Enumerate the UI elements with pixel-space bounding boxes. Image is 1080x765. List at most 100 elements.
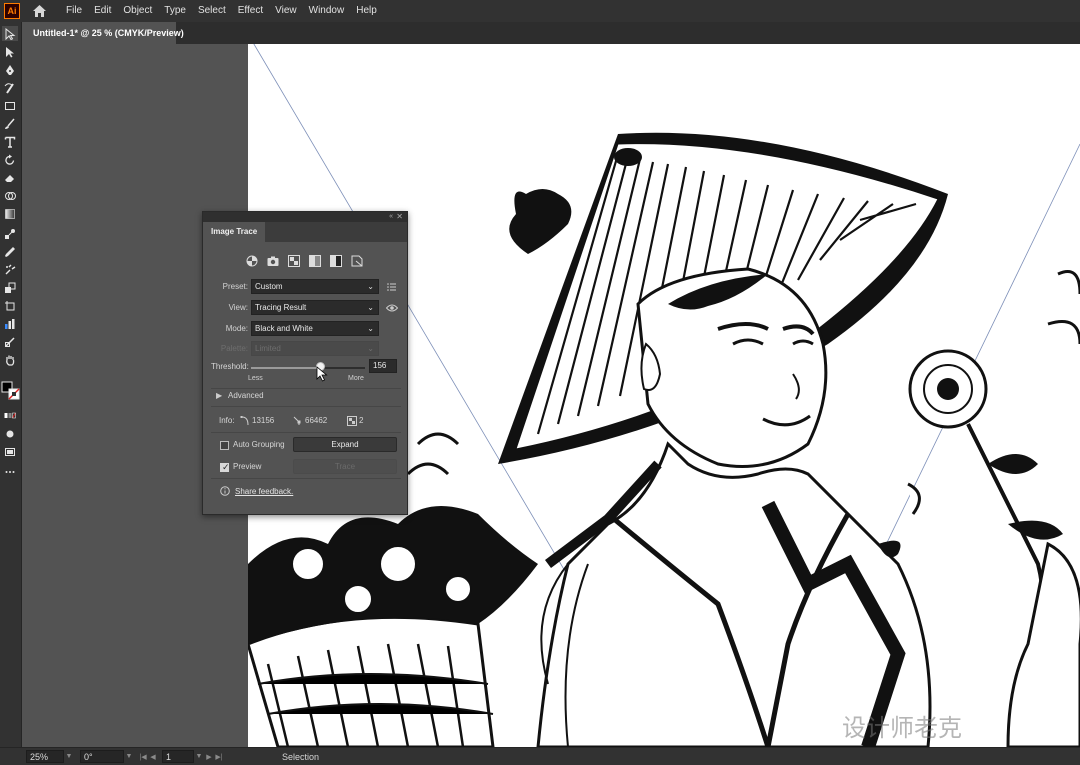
preview-checkbox[interactable]: ✓ xyxy=(220,462,230,472)
curvature-tool[interactable] xyxy=(2,80,18,95)
pen-tool[interactable] xyxy=(2,62,18,77)
threshold-less-label: Less xyxy=(248,375,263,382)
threshold-more-label: More xyxy=(348,375,364,382)
gradient-icon xyxy=(5,208,15,219)
low-color-icon[interactable] xyxy=(287,254,301,268)
rotate-icon xyxy=(5,154,15,165)
more-tools[interactable] xyxy=(2,464,18,479)
app-logo: Ai xyxy=(4,3,20,19)
pen-icon xyxy=(6,64,14,75)
menu-select[interactable]: Select xyxy=(192,0,232,22)
close-panel-icon[interactable]: ✕ xyxy=(396,212,403,222)
blend-tool[interactable] xyxy=(2,226,18,241)
preset-dropdown[interactable]: Custom ⌄ xyxy=(251,279,379,294)
panel-title-tab[interactable]: Image Trace xyxy=(203,222,266,242)
mode-value: Black and White xyxy=(255,324,313,333)
artboard-field[interactable]: 1 xyxy=(162,750,194,763)
rotate-tool[interactable] xyxy=(2,152,18,167)
last-artboard-icon[interactable]: ▶| xyxy=(214,753,224,761)
view-dropdown[interactable]: Tracing Result ⌄ xyxy=(251,300,379,315)
chart-tool[interactable] xyxy=(2,316,18,331)
info-circle-icon xyxy=(220,486,230,496)
threshold-slider-fill xyxy=(251,367,321,369)
rotation-field[interactable]: 0° xyxy=(80,750,124,763)
artboard-tool[interactable] xyxy=(2,298,18,313)
symbol-sprayer-tool[interactable] xyxy=(2,262,18,277)
colors-icon xyxy=(347,416,357,426)
eye-icon[interactable] xyxy=(385,303,399,313)
panel-header-bar: « ✕ xyxy=(203,212,407,222)
menu-items: File Edit Object Type Select Effect View… xyxy=(60,0,383,22)
threshold-slider[interactable] xyxy=(251,367,365,369)
fill-stroke-icon xyxy=(1,381,20,400)
color-mode-buttons[interactable] xyxy=(2,408,18,423)
mode-row: Mode: Black and White ⌄ xyxy=(203,321,409,337)
chevron-down-icon: ⌄ xyxy=(367,324,374,333)
direct-selection-tool[interactable] xyxy=(2,44,18,59)
auto-color-icon[interactable] xyxy=(245,254,259,268)
menu-window[interactable]: Window xyxy=(303,0,351,22)
menu-help[interactable]: Help xyxy=(350,0,383,22)
chevron-down-icon[interactable]: ▼ xyxy=(124,753,134,760)
watermark: 设计师老克 xyxy=(842,714,962,742)
chevron-down-icon[interactable]: ▼ xyxy=(64,753,74,760)
gradient-tool[interactable] xyxy=(2,206,18,221)
threshold-input[interactable]: 156 xyxy=(369,359,397,373)
paths-count: 13156 xyxy=(252,416,275,425)
collapse-panel-icon[interactable]: « xyxy=(389,212,393,222)
type-tool[interactable] xyxy=(2,134,18,149)
symbol-sprayer-icon xyxy=(5,264,16,274)
next-artboard-icon[interactable]: ▶ xyxy=(204,753,214,761)
home-button[interactable] xyxy=(26,0,52,22)
selection-tool[interactable] xyxy=(2,26,18,41)
first-artboard-icon[interactable]: |◀ xyxy=(138,753,148,761)
chevron-down-icon: ⌄ xyxy=(367,282,374,291)
selection-arrow-icon xyxy=(5,27,16,40)
preset-icons xyxy=(245,254,364,268)
paintbrush-tool[interactable] xyxy=(2,116,18,131)
menu-view[interactable]: View xyxy=(269,0,303,22)
shape-builder-tool[interactable] xyxy=(2,188,18,203)
chevron-down-icon[interactable]: ▼ xyxy=(194,753,204,760)
expand-button[interactable]: Expand xyxy=(293,437,397,452)
share-feedback-link[interactable]: Share feedback. xyxy=(235,487,293,496)
draw-mode-icon xyxy=(6,430,14,437)
grayscale-icon[interactable] xyxy=(308,254,322,268)
zoom-field[interactable]: 25% xyxy=(26,750,64,763)
fill-stroke-swatch[interactable] xyxy=(1,380,21,404)
anchors-count: 66462 xyxy=(305,416,328,425)
menu-object[interactable]: Object xyxy=(117,0,158,22)
menu-edit[interactable]: Edit xyxy=(88,0,117,22)
menu-file[interactable]: File xyxy=(60,0,88,22)
preset-manager-icon[interactable] xyxy=(387,282,397,292)
image-trace-panel: « ✕ Image Trace Preset: Custom ⌄ View: Tr… xyxy=(202,211,408,515)
document-tab[interactable]: Untitled-1* @ 25 % (CMYK/Preview) xyxy=(26,22,184,44)
view-row: View: Tracing Result ⌄ xyxy=(203,300,409,316)
black-and-white-icon[interactable] xyxy=(329,254,343,268)
previous-artboard-icon[interactable]: ◀ xyxy=(148,753,158,761)
live-paint-tool[interactable] xyxy=(2,280,18,295)
canvas-area[interactable]: 设计师老克 xyxy=(22,44,1080,747)
color-mode-icon xyxy=(4,412,16,418)
eraser-icon xyxy=(5,174,14,182)
mode-dropdown[interactable]: Black and White ⌄ xyxy=(251,321,379,336)
mouse-cursor-icon xyxy=(316,366,328,382)
screen-mode-tool[interactable] xyxy=(2,444,18,459)
eraser-tool[interactable] xyxy=(2,170,18,185)
auto-grouping-checkbox[interactable] xyxy=(220,441,229,450)
mode-label: Mode: xyxy=(225,324,248,333)
direct-selection-icon xyxy=(6,46,14,57)
drawing-mode-tool[interactable] xyxy=(2,426,18,441)
high-color-icon[interactable] xyxy=(266,254,280,268)
outline-icon[interactable] xyxy=(350,254,364,268)
rectangle-tool[interactable] xyxy=(2,98,18,113)
hand-tool[interactable] xyxy=(2,352,18,367)
eyedropper-tool[interactable] xyxy=(2,244,18,259)
menu-effect[interactable]: Effect xyxy=(232,0,269,22)
trace-button: Trace xyxy=(293,459,397,474)
face xyxy=(636,267,828,468)
palette-dropdown: Limited ⌄ xyxy=(251,341,379,356)
menu-type[interactable]: Type xyxy=(158,0,192,22)
eyedropper-icon xyxy=(5,246,15,257)
slice-tool[interactable] xyxy=(2,334,18,349)
